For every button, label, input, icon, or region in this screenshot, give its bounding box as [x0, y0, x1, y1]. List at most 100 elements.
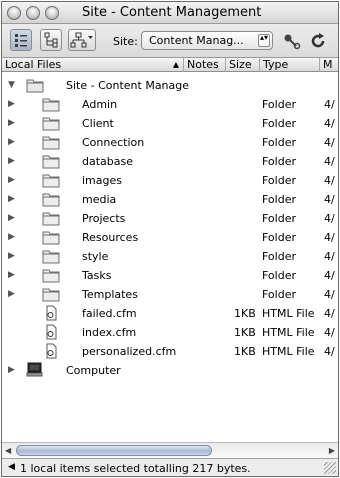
tree-item-name: failed.cfm [82, 307, 137, 320]
tree-row-folder[interactable]: ▶ Tasks Folder 4/ [2, 266, 338, 285]
tree-item-name: media [82, 193, 117, 206]
tree-item-modified: 4/ [324, 136, 335, 149]
site-select-value: Content Manag... [149, 34, 244, 47]
tree-row-folder[interactable]: ▶ Projects Folder 4/ [2, 209, 338, 228]
tree-row-root[interactable]: ▼ Site - Content Manage [2, 76, 338, 95]
disclosure-collapsed-icon[interactable]: ▶ [8, 118, 18, 128]
refresh-button[interactable] [308, 31, 328, 51]
close-button[interactable] [7, 6, 21, 20]
connect-button[interactable] [282, 31, 302, 51]
tree-item-name: Admin [82, 98, 118, 111]
column-local-files[interactable]: Local Files ▲ [2, 58, 184, 72]
toolbar: Site: Content Manag... ▴▾ [2, 24, 338, 58]
tree-item-type: HTML File [262, 326, 315, 339]
file-list: ▼ Site - Content Manage ▶ Admin Folder 4… [2, 73, 338, 438]
tree-item-modified: 4/ [324, 193, 335, 206]
tree-item-modified: 4/ [324, 269, 335, 282]
disclosure-collapsed-icon[interactable]: ▶ [8, 194, 18, 204]
map-view-icon [44, 32, 58, 48]
connect-plug-icon [284, 34, 301, 50]
site-window: Site - Content Management Site: Content … [1, 1, 339, 477]
tree-item-name: Resources [82, 231, 139, 244]
tree-item-type: Folder [262, 117, 296, 130]
cfm-file-icon [42, 343, 60, 359]
tree-row-folder[interactable]: ▶ Resources Folder 4/ [2, 228, 338, 247]
tree-item-type: Folder [262, 269, 296, 282]
zoom-button[interactable] [45, 6, 59, 20]
tree-row-folder[interactable]: ▶ Client Folder 4/ [2, 114, 338, 133]
disclosure-collapsed-icon[interactable]: ▶ [8, 365, 18, 375]
tree-item-type: Folder [262, 250, 296, 263]
status-bar: ◀ 1 local items selected totalling 217 b… [2, 458, 338, 476]
tree-item-name: Templates [82, 288, 138, 301]
tree-item-type: Folder [262, 98, 296, 111]
disclosure-expanded-icon[interactable]: ▼ [8, 80, 18, 90]
horizontal-scrollbar[interactable]: ◀ ▶ [2, 442, 338, 458]
disclosure-collapsed-icon[interactable]: ▶ [8, 175, 18, 185]
disclosure-collapsed-icon[interactable]: ▶ [8, 156, 18, 166]
folder-icon [42, 134, 60, 150]
column-notes[interactable]: Notes [184, 58, 226, 72]
scroll-thumb[interactable] [16, 445, 212, 456]
tree-item-size: 1KB [234, 307, 256, 320]
window-title: Site - Content Management [82, 5, 262, 20]
folder-icon [42, 153, 60, 169]
site-select[interactable]: Content Manag... ▴▾ [141, 31, 273, 50]
folder-icon [42, 267, 60, 283]
disclosure-collapsed-icon[interactable]: ▶ [8, 251, 18, 261]
scroll-right-icon[interactable]: ▶ [329, 446, 335, 455]
tree-item-type: Folder [262, 155, 296, 168]
tree-item-name: Connection [82, 136, 145, 149]
tree-item-modified: 4/ [324, 212, 335, 225]
tree-item-name: index.cfm [82, 326, 137, 339]
list-view-icon [15, 34, 27, 47]
column-type[interactable]: Type [260, 58, 320, 72]
disclosure-collapsed-icon[interactable]: ▶ [8, 289, 18, 299]
tree-row-folder[interactable]: ▶ Templates Folder 4/ [2, 285, 338, 304]
tree-row-folder[interactable]: ▶ style Folder 4/ [2, 247, 338, 266]
tree-row-folder[interactable]: ▶ images Folder 4/ [2, 171, 338, 190]
disclosure-collapsed-icon[interactable]: ▶ [8, 99, 18, 109]
tree-row-folder[interactable]: ▶ Admin Folder 4/ [2, 95, 338, 114]
column-label: M [323, 58, 333, 71]
status-collapse-icon[interactable]: ◀ [8, 462, 15, 472]
folder-icon [42, 96, 60, 112]
title-bar[interactable]: Site - Content Management [2, 2, 338, 24]
tree-item-modified: 4/ [324, 174, 335, 187]
file-view-button[interactable] [10, 29, 32, 51]
tree-row-computer[interactable]: ▶ Computer [2, 361, 338, 380]
scroll-left-icon[interactable]: ◀ [5, 446, 11, 455]
cfm-file-icon [42, 305, 60, 321]
folder-icon [42, 191, 60, 207]
disclosure-collapsed-icon[interactable]: ▶ [8, 232, 18, 242]
column-label: Type [263, 58, 289, 71]
resize-grip-icon[interactable] [324, 462, 336, 474]
tree-row-file[interactable]: personalized.cfm 1KB HTML File 4/ [2, 342, 338, 361]
disclosure-collapsed-icon[interactable]: ▶ [8, 137, 18, 147]
tree-item-name: personalized.cfm [82, 345, 177, 358]
tree-row-folder[interactable]: ▶ database Folder 4/ [2, 152, 338, 171]
tree-item-type: Folder [262, 288, 296, 301]
tree-item-name: Client [82, 117, 114, 130]
tree-row-file[interactable]: failed.cfm 1KB HTML File 4/ [2, 304, 338, 323]
site-label: Site: [113, 35, 138, 48]
folder-icon [42, 210, 60, 226]
disclosure-collapsed-icon[interactable]: ▶ [8, 270, 18, 280]
tree-row-folder[interactable]: ▶ media Folder 4/ [2, 190, 338, 209]
tree-item-type: HTML File [262, 307, 315, 320]
status-text: 1 local items selected totalling 217 byt… [20, 462, 251, 475]
tree-item-name: images [82, 174, 122, 187]
column-modified[interactable]: M [320, 58, 338, 72]
tree-item-name: Site - Content Manage [66, 79, 190, 92]
view-options-button[interactable] [68, 29, 96, 51]
tree-item-name: Tasks [82, 269, 112, 282]
tree-row-folder[interactable]: ▶ Connection Folder 4/ [2, 133, 338, 152]
tree-item-name: Computer [66, 364, 121, 377]
disclosure-collapsed-icon[interactable]: ▶ [8, 213, 18, 223]
minimize-button[interactable] [26, 6, 40, 20]
site-map-button[interactable] [40, 29, 62, 51]
tree-item-size: 1KB [234, 326, 256, 339]
column-size[interactable]: Size [226, 58, 260, 72]
refresh-icon [311, 33, 325, 48]
tree-row-file[interactable]: index.cfm 1KB HTML File 4/ [2, 323, 338, 342]
